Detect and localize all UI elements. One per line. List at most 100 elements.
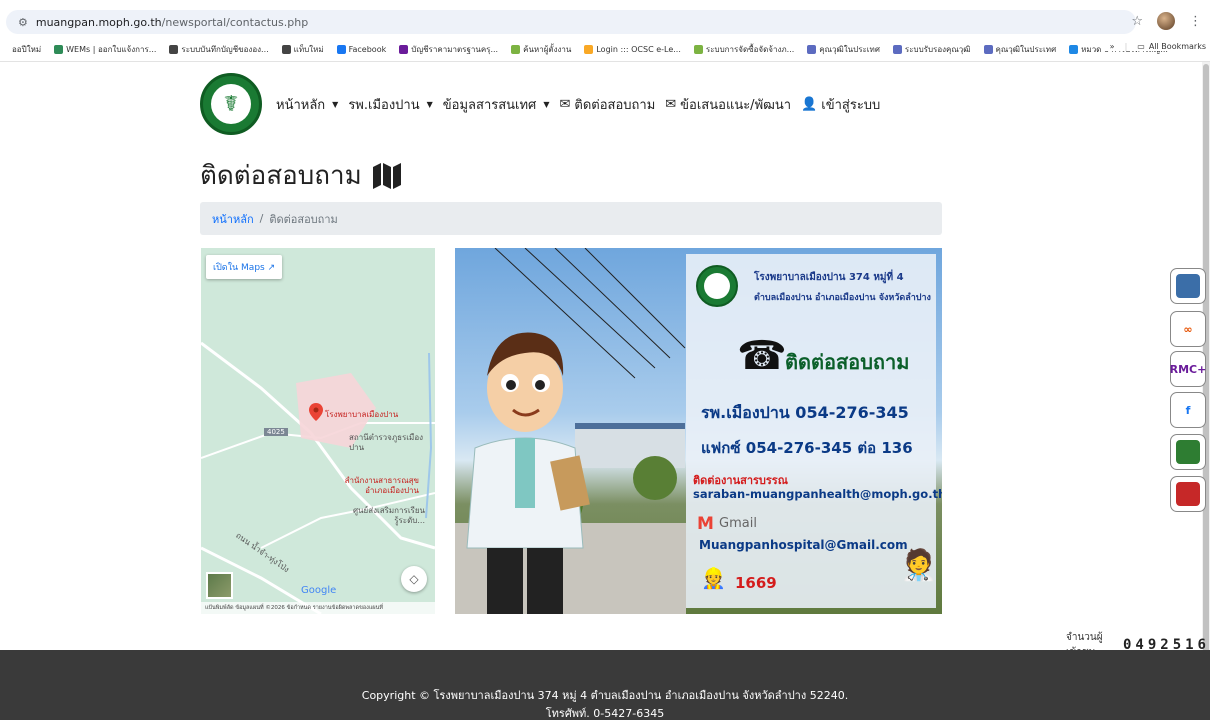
bookmark-item[interactable]: ค้นหาผู้ตั้งงาน <box>511 43 571 56</box>
youtube-icon[interactable] <box>1170 476 1206 512</box>
nav-item-label: ข้อมูลสารสนเทศ <box>442 97 537 113</box>
envelope-icon: ✉ <box>559 96 571 112</box>
recenter-button[interactable]: ◇ <box>401 566 427 592</box>
nav-item-3[interactable]: ✉ ติดต่อสอบถาม <box>559 94 655 115</box>
nav-item-label: ติดต่อสอบถาม <box>574 97 656 113</box>
gmail-icon: M <box>697 514 714 534</box>
bookmark-item[interactable]: คุณวุฒิในประเทศ <box>807 43 880 56</box>
bookmark-item[interactable]: Login ::: OCSC e-Le... <box>584 44 681 54</box>
facebook-icon[interactable]: f <box>1170 392 1206 428</box>
bookmark-favicon-icon <box>336 44 346 54</box>
nav-item-5[interactable]: 👤 เข้าสู่ระบบ <box>801 94 880 115</box>
nav-item-4[interactable]: ✉ ข้อเสนอแนะ/พัฒนา <box>665 94 791 115</box>
bookmark-item[interactable]: ระบบรับรองคุณวุฒิ <box>892 43 971 56</box>
caret-down-icon: ▼ <box>426 99 433 109</box>
bookmark-item[interactable]: ออปีใหม่ <box>0 43 41 56</box>
satellite-toggle[interactable] <box>206 572 233 599</box>
external-link-icon: ↗ <box>267 263 276 273</box>
footer-copyright: Copyright © โรงพยาบาลเมืองปาน 374 หมู่ 4… <box>361 689 849 702</box>
contact-banner: โรงพยาบาลเมืองปาน 374 หมู่ที่ 4 ตำบลเมือ… <box>455 248 942 614</box>
bookmark-favicon-icon <box>0 44 9 54</box>
police-map-label[interactable]: สถานีตำรวจภูธรเมืองปาน <box>349 433 429 453</box>
bookmark-label: WEMs | ออกใบแจ้งการ... <box>66 44 157 54</box>
page-title-text: ติดต่อสอบถาม <box>200 161 362 191</box>
banner-saraban-email: saraban-muangpanhealth@moph.go.th <box>693 487 942 501</box>
open-in-maps-button[interactable]: เปิดใน Maps ↗ <box>206 255 283 279</box>
all-bookmarks-button[interactable]: ▭ All Bookmarks <box>1137 42 1206 51</box>
site-info-icon[interactable]: ⚙ <box>18 16 28 29</box>
bookmark-favicon-icon <box>1069 44 1079 54</box>
envelope-icon: ✉ <box>665 96 677 112</box>
nav-item-1[interactable]: รพ.เมืองปาน ▼ <box>348 94 432 115</box>
learning-center-map-label[interactable]: ศูนย์ส่งเสริมการเรียนรู้ระดับ... <box>349 506 425 526</box>
bookmark-item[interactable]: WEMs | ออกใบแจ้งการ... <box>54 43 156 56</box>
bookmark-label: คุณวุฒิในประเทศ <box>995 44 1057 54</box>
bookmark-label: ระบบการจัดซื้อจัดจ้างภ... <box>705 44 795 54</box>
bookmark-item[interactable]: ระบบการจัดซื้อจัดจ้างภ... <box>693 43 795 56</box>
caret-down-icon: ▼ <box>543 99 550 109</box>
bookmark-favicon-icon <box>693 44 703 54</box>
breadcrumb-home[interactable]: หน้าหลัก <box>212 210 254 228</box>
road-badge: 4025 <box>264 428 288 436</box>
nav-item-2[interactable]: ข้อมูลสารสนเทศ ▼ <box>443 94 550 115</box>
main-menu: หน้าหลัก ▼ รพ.เมืองปาน ▼ ข้อมูลสารสนเทศ ▼ ✉ ติด… <box>276 94 890 115</box>
open-in-maps-label: เปิดใน Maps <box>213 263 265 273</box>
banner-contact-heading: ติดต่อสอบถาม <box>785 350 910 374</box>
more-bookmarks-button[interactable]: » <box>1110 42 1115 51</box>
bookmark-item[interactable]: คุณวุฒิในประเทศ <box>983 43 1057 56</box>
google-map[interactable]: เปิดใน Maps ↗ โรงพยาบาลเมืองปาน สถานีตำร… <box>201 248 435 614</box>
bookmark-item[interactable]: แท็บใหม่ <box>281 43 324 56</box>
hospital-emblem-icon[interactable] <box>1170 268 1206 304</box>
side-icon-glyph <box>1176 440 1200 464</box>
bookmark-favicon-icon <box>54 44 64 54</box>
nav-item-label: ข้อเสนอแนะ/พัฒนา <box>680 97 792 113</box>
bookmark-favicon-icon <box>511 44 521 54</box>
banner-moph-logo <box>696 265 738 307</box>
folder-icon: ▭ <box>1137 42 1145 51</box>
bookmark-favicon-icon <box>281 44 291 54</box>
url-path: /newsportal/contactus.php <box>161 15 309 29</box>
phone-handset-icon: ☎ <box>737 333 787 379</box>
profile-avatar[interactable] <box>1157 12 1175 30</box>
banner-hospital-line1: โรงพยาบาลเมืองปาน 374 หมู่ที่ 4 <box>754 272 904 283</box>
dashboard-icon[interactable] <box>1170 434 1206 470</box>
bookmark-favicon-icon <box>169 44 179 54</box>
bookmark-item[interactable]: บัญชีราคามาตรฐานครุ... <box>399 43 498 56</box>
footer-phone: โทรศัพท์. 0-5427-6345 <box>545 707 665 720</box>
bookmark-favicon-icon <box>399 44 409 54</box>
bookmark-label: ค้นหาผู้ตั้งงาน <box>523 44 572 54</box>
user-icon: 👤 <box>801 96 818 112</box>
bookmarks-bar: ออปีใหม่ WEMs | ออกใบแจ้งการ... ระบบบันทึก… <box>0 40 1210 58</box>
health-office-map-label[interactable]: สำนักงานสาธารณสุขอำเภอเมืองปาน <box>333 476 419 496</box>
nav-item-0[interactable]: หน้าหลัก ▼ <box>276 94 338 115</box>
moph-logo[interactable]: ☤ <box>200 73 262 135</box>
bookmark-label: ออปีใหม่ <box>12 44 42 54</box>
bookmark-item[interactable]: Facebook <box>336 44 386 54</box>
bookmark-favicon-icon <box>584 44 594 54</box>
bookmark-item[interactable]: ระบบบันทึกบัญชีขององ... <box>169 43 269 56</box>
link-icon[interactable]: ∞ <box>1170 311 1206 347</box>
google-logo: Google <box>301 585 337 596</box>
star-icon[interactable]: ☆ <box>1131 14 1143 29</box>
small-doctor-icon: 🧑‍⚕️ <box>900 548 938 583</box>
bookmark-favicon-icon <box>807 44 817 54</box>
side-icon-label: ∞ <box>1183 322 1193 336</box>
address-bar[interactable]: ⚙ muangpan.moph.go.th/newsportal/contact… <box>6 10 1136 34</box>
url-host: muangpan.moph.go.th <box>35 15 162 29</box>
breadcrumb-separator: / <box>259 212 264 225</box>
browser-chrome: ⚙ muangpan.moph.go.th/newsportal/contact… <box>0 0 1210 62</box>
nav-item-label: หน้าหลัก <box>276 97 326 113</box>
bookmark-label: คุณวุฒิในประเทศ <box>819 44 880 54</box>
bookmark-label: ระบบบันทึกบัญชีขององ... <box>181 44 269 54</box>
side-icon-glyph <box>1176 482 1200 506</box>
banner-hospital-line2: ตำบลเมืองปาน อำเภอเมืองปาน จังหวัดลำปาง <box>754 293 931 303</box>
page-title: ติดต่อสอบถาม <box>200 155 402 196</box>
nav-item-label: รพ.เมืองปาน <box>348 97 420 113</box>
doctor-illustration <box>466 332 590 614</box>
ambulance-mascot-icon: 👷 <box>701 566 726 590</box>
kebab-menu-icon[interactable]: ⋮ <box>1189 14 1202 29</box>
rmc-icon[interactable]: RMC+ <box>1170 351 1206 387</box>
hospital-map-label[interactable]: โรงพยาบาลเมืองปาน <box>325 408 398 421</box>
map-footer-text[interactable]: แป้นพิมพ์ลัด ข้อมูลแผนที่ ©2026 ข้อกำหนด… <box>205 604 383 612</box>
map-pin-icon[interactable] <box>309 403 323 421</box>
